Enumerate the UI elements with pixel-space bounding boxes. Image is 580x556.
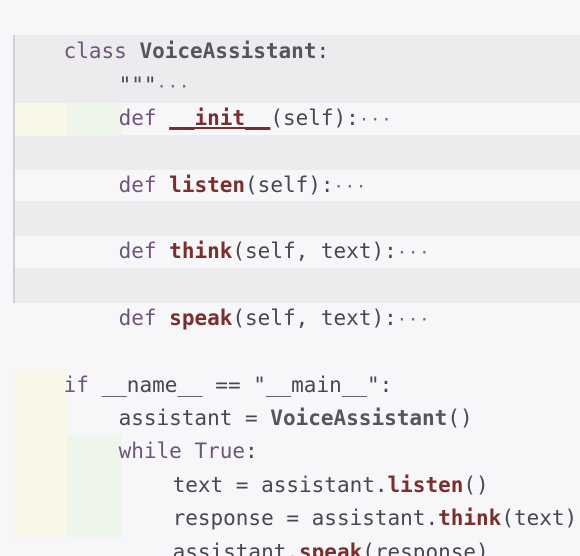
fold-marker-think[interactable]: ··· <box>397 243 431 263</box>
method-name-init: __init__ <box>169 106 271 130</box>
code-line-think: def think(self, text):··· <box>68 202 430 263</box>
ctor-voiceassistant: VoiceAssistant <box>270 406 448 430</box>
code-line-listen: def listen(self):··· <box>68 136 367 197</box>
method-params-listen: (self): <box>245 173 334 197</box>
method-params-speak: (self, text): <box>232 306 397 330</box>
call-speak: speak <box>299 540 363 556</box>
code-line-while: while True: <box>68 402 258 463</box>
indent-guide-yellow <box>15 103 67 136</box>
keyword-def: def <box>118 106 157 130</box>
speak-prefix: assistant. <box>172 540 300 556</box>
fold-marker-init[interactable]: ··· <box>359 110 393 130</box>
code-line-docstring: """··· <box>68 36 190 97</box>
colon: : <box>316 39 330 63</box>
method-params-init: (self): <box>270 106 359 130</box>
fold-marker-speak[interactable]: ··· <box>397 310 431 330</box>
method-name-speak: speak <box>169 306 233 330</box>
code-line-response-think: response = assistant.think(text) <box>122 469 578 530</box>
code-line-assistant: assistant = VoiceAssistant() <box>68 369 473 430</box>
method-name-listen: listen <box>169 173 246 197</box>
code-line-speak: def speak(self, text):··· <box>68 269 430 330</box>
code-line-class: class VoiceAssistant: <box>13 2 330 63</box>
code-line-init: def __init__(self):··· <box>68 69 393 130</box>
fold-marker-listen[interactable]: ··· <box>334 177 368 197</box>
keyword-def: def <box>118 173 157 197</box>
method-name-think: think <box>169 239 233 263</box>
code-line-text-listen: text = assistant.listen() <box>122 436 489 497</box>
ctor-call-parens: () <box>447 406 473 430</box>
code-line-speak-call: assistant.speak(response) <box>122 503 489 556</box>
think-args: (text) <box>501 506 578 530</box>
code-editor[interactable]: class VoiceAssistant: """··· def __init_… <box>0 0 580 556</box>
keyword-def: def <box>118 306 157 330</box>
keyword-def: def <box>118 239 157 263</box>
method-params-think: (self, text): <box>232 239 397 263</box>
speak-args: (response) <box>362 540 489 556</box>
code-line-main-guard: if __name__ == "__main__": <box>13 336 393 397</box>
